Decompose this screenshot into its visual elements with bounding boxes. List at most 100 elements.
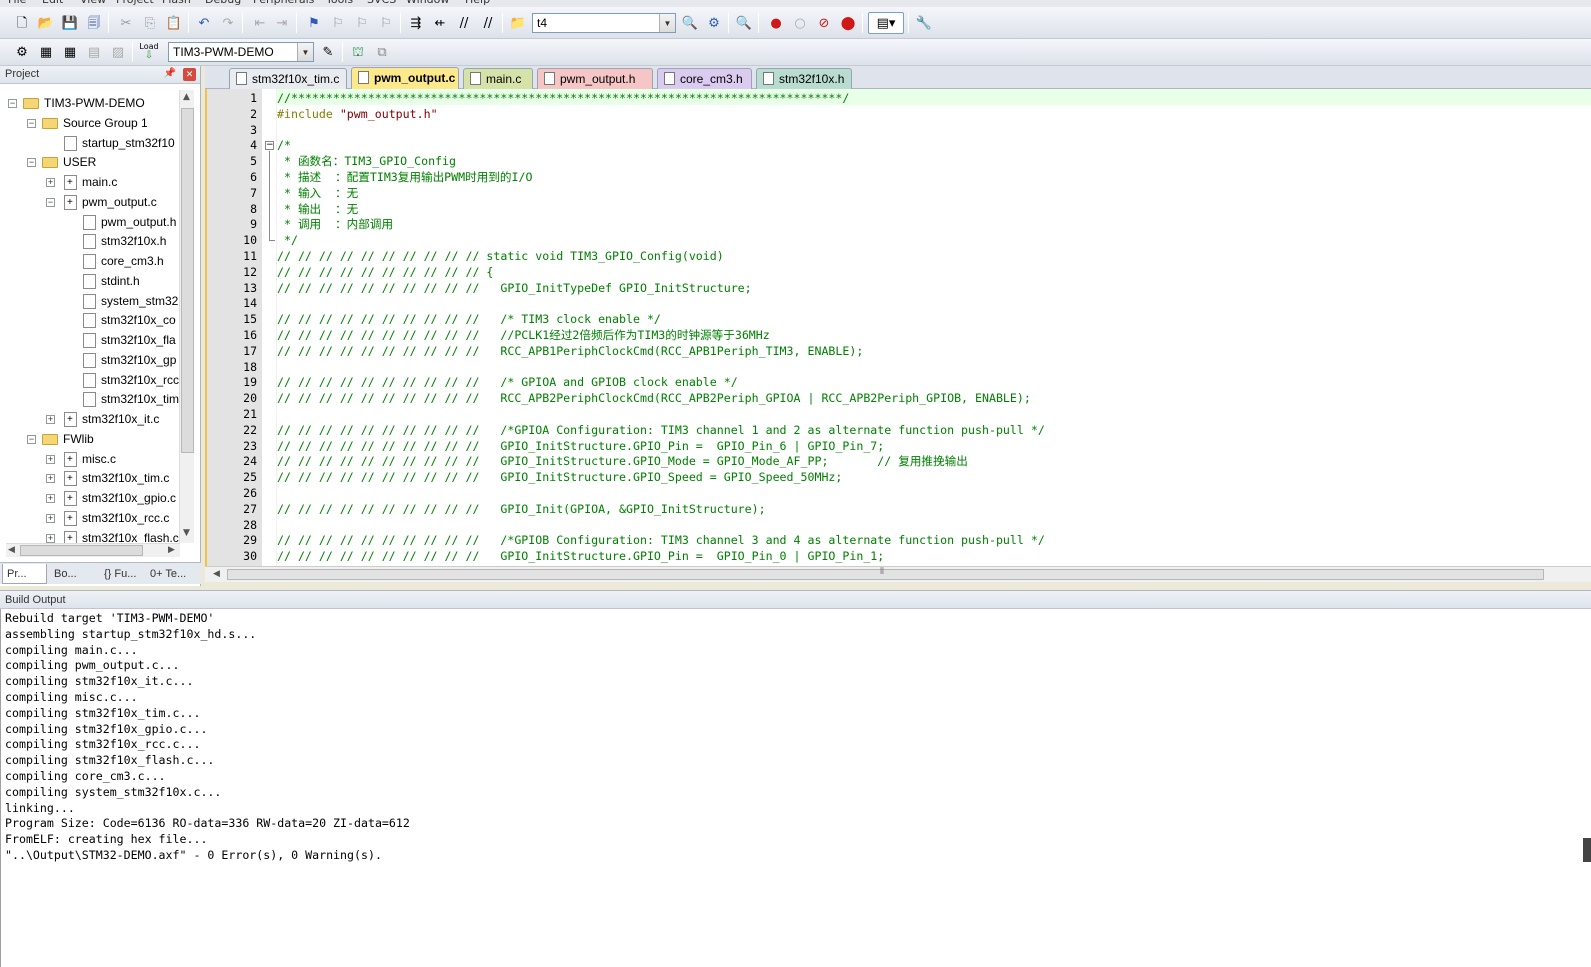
scroll-down-icon[interactable]: ▼ [183,528,190,538]
build-output-panel[interactable]: Rebuild target 'TIM3-PWM-DEMO' assembling… [0,609,1591,967]
cut-icon[interactable]: ✂ [116,13,136,33]
find-combo[interactable]: t4 ▼ [532,13,676,33]
incremental-find-icon[interactable]: ⚙ [704,13,724,33]
tree-item[interactable]: − Source Group 1 [0,114,180,133]
scroll-up-icon[interactable]: ▲ [183,92,190,102]
comment-icon[interactable]: // [454,13,474,33]
disable-breakpoint-icon[interactable]: ○ [790,13,810,33]
undo-icon[interactable]: ↶ [194,13,214,33]
collapse-icon[interactable]: − [27,434,36,444]
uncomment-icon[interactable]: // [478,13,498,33]
save-icon[interactable]: 💾 [60,13,80,33]
collapse-icon[interactable]: − [8,99,17,108]
bookmark-icon[interactable]: ⚑ [304,13,324,33]
target-select[interactable]: TIM3-PWM-DEMO ▼ [168,42,314,62]
find-icon[interactable]: 🔍 [680,13,700,33]
tree-item[interactable]: + misc.c [0,450,180,469]
tree-item[interactable]: + stm32f10x_rcc.c [0,509,180,528]
tree-item[interactable]: stm32f10x_rcc [0,371,180,390]
tree-item[interactable]: stdint.h [0,272,180,291]
code-editor[interactable]: − 1//***********************************… [205,89,1591,566]
collapse-icon[interactable]: − [27,158,36,168]
tree-item[interactable]: system_stm32 [0,292,180,311]
menu-item-peripherals[interactable]: Peripherals [253,0,314,6]
expand-icon[interactable]: + [46,533,55,543]
tree-item[interactable]: stm32f10x_co [0,311,180,330]
collapse-icon[interactable]: − [27,118,36,128]
indent-icon[interactable]: ⇶ [406,13,426,33]
select-packs-icon[interactable]: ⧉ [372,42,392,62]
configure-wrench-icon[interactable]: 🔧 [914,13,934,33]
tab-pwm-output-h[interactable]: pwm_output.h [537,68,653,89]
nav-back-icon[interactable]: ⇤ [250,13,270,33]
scroll-thumb[interactable] [181,108,194,453]
menu-item-file[interactable]: File [8,0,26,6]
clear-bookmarks-icon[interactable]: ⚐ [376,13,396,33]
scroll-right-icon[interactable]: ▶ [168,545,175,555]
menu-item-tools[interactable]: Tools [326,0,353,6]
save-all-icon[interactable]: 🗐 [84,13,104,33]
expand-icon[interactable]: + [46,178,55,187]
build-icon[interactable]: ▦ [36,42,56,62]
new-file-icon[interactable]: 🗋 [12,13,32,33]
tree-item[interactable]: stm32f10x_tim [0,390,180,409]
tree-item[interactable]: stm32f10x_gp [0,351,180,370]
tree-item[interactable]: stm32f10x.h [0,232,180,251]
menu-item-flash[interactable]: Flash [162,0,191,6]
load-download-button[interactable]: Load ⇩ [138,41,160,63]
scroll-left-icon[interactable]: ◀ [213,569,220,579]
chevron-down-icon[interactable]: ▼ [659,14,675,32]
next-bookmark-icon[interactable]: ⚐ [352,13,372,33]
disable-all-breakpoints-icon[interactable]: ⊘ [814,13,834,33]
tab-functions[interactable]: {} Fu... [100,564,144,584]
tree-item[interactable]: + main.c [0,173,180,192]
tree-item[interactable]: + stm32f10x_it.c [0,410,180,429]
unindent-icon[interactable]: ⇷ [430,13,450,33]
tab-stm32f10x-h[interactable]: stm32f10x.h [756,68,852,89]
menu-item-project[interactable]: Project [116,0,154,6]
menu-item-edit[interactable]: Edit [42,0,63,6]
close-icon[interactable]: ✕ [183,68,196,81]
open-folder-icon[interactable]: 📂 [36,13,56,33]
copy-icon[interactable]: ⎘ [140,13,160,33]
expand-icon[interactable]: + [46,474,55,484]
prev-bookmark-icon[interactable]: ⚐ [328,13,348,33]
tab-pwm-output-c[interactable]: pwm_output.c [351,67,459,90]
tab-templates[interactable]: 0+ Te... [146,564,198,584]
tab-stm32f10x-tim-c[interactable]: stm32f10x_tim.c [229,68,347,89]
batch-build-icon[interactable]: ▤ [84,42,104,62]
translate-icon[interactable]: ⚙ [12,42,32,62]
expand-icon[interactable]: + [46,513,55,523]
menu-item-svcs[interactable]: SVCS [367,0,396,6]
scroll-thumb[interactable]: ⦀ [227,567,1544,580]
project-horizontal-scrollbar[interactable]: ◀ ▶ [6,543,180,557]
rebuild-icon[interactable]: ▦ [60,42,80,62]
paste-icon[interactable]: 📋 [164,13,184,33]
scroll-left-icon[interactable]: ◀ [8,545,15,555]
manage-components-icon[interactable]: ⛫ [348,42,368,62]
stop-build-icon[interactable]: ▨ [108,42,128,62]
project-vertical-scrollbar[interactable]: ▲ ▼ [179,90,194,543]
window-layout-icon[interactable]: ▤▾ [868,12,904,34]
tree-item[interactable]: stm32f10x_fla [0,331,180,350]
tree-item[interactable]: startup_stm32f10 [0,134,180,153]
tree-item[interactable]: + stm32f10x_flash.c [0,529,180,543]
tab-core-cm3-h[interactable]: core_cm3.h [657,68,752,89]
tree-item[interactable]: − TIM3-PWM-DEMO [0,94,180,113]
tree-item[interactable]: − USER [0,153,180,172]
redo-icon[interactable]: ↷ [218,13,238,33]
tab-main-c[interactable]: main.c [463,68,533,89]
tree-item[interactable]: pwm_output.h [0,213,180,232]
breakpoint-icon[interactable]: ● [766,13,786,33]
tree-item[interactable]: core_cm3.h [0,252,180,271]
collapse-icon[interactable]: − [46,197,55,207]
find-in-files-icon[interactable]: 📁 [508,13,528,33]
pin-icon[interactable]: 📌 [164,68,176,79]
target-options-icon[interactable]: ✎ [318,42,338,62]
tree-item[interactable]: − FWlib [0,430,180,449]
tab-project[interactable]: Pr... [2,564,47,584]
tab-books[interactable]: Bo... [50,564,98,584]
debug-start-icon[interactable]: 🔍 [734,13,754,33]
scroll-thumb[interactable] [20,545,143,556]
chevron-down-icon[interactable]: ▼ [297,43,313,61]
